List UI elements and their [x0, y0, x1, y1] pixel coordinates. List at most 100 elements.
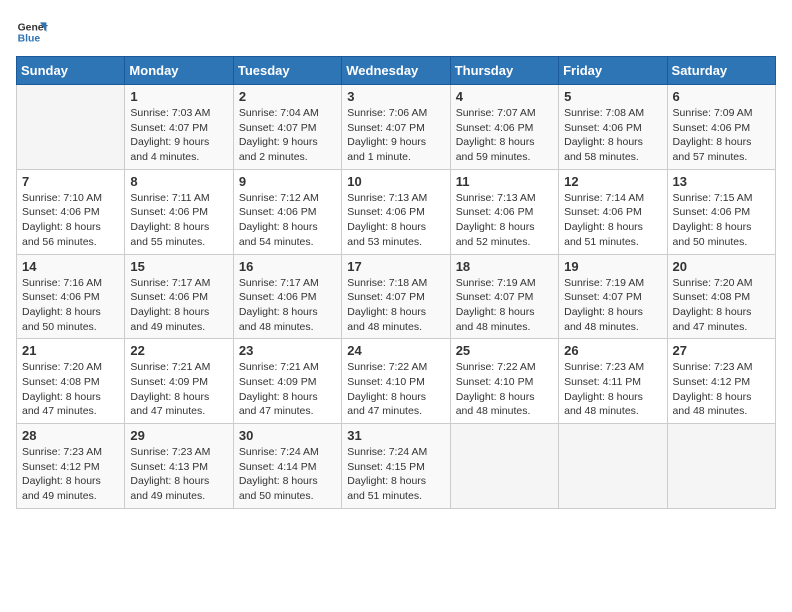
day-info: Sunrise: 7:23 AMSunset: 4:13 PMDaylight:… — [130, 445, 227, 504]
calendar-cell — [667, 424, 775, 509]
logo-icon: General Blue — [16, 16, 48, 48]
day-number: 18 — [456, 259, 553, 274]
day-number: 7 — [22, 174, 119, 189]
calendar-cell: 22 Sunrise: 7:21 AMSunset: 4:09 PMDayligh… — [125, 339, 233, 424]
calendar-week-4: 21 Sunrise: 7:20 AMSunset: 4:08 PMDayligh… — [17, 339, 776, 424]
calendar-cell — [450, 424, 558, 509]
day-info: Sunrise: 7:21 AMSunset: 4:09 PMDaylight:… — [239, 360, 336, 419]
calendar-cell: 8Sunrise: 7:11 AMSunset: 4:06 PMDaylight… — [125, 169, 233, 254]
calendar-cell: 29 Sunrise: 7:23 AMSunset: 4:13 PMDayligh… — [125, 424, 233, 509]
day-number: 9 — [239, 174, 336, 189]
calendar-cell: 20Sunrise: 7:20 AMSunset: 4:08 PMDayligh… — [667, 254, 775, 339]
day-number: 29 — [130, 428, 227, 443]
day-number: 12 — [564, 174, 661, 189]
day-info: Sunrise: 7:13 AMSunset: 4:06 PMDaylight:… — [456, 191, 553, 250]
day-info: Sunrise: 7:21 AMSunset: 4:09 PMDaylight:… — [130, 360, 227, 419]
day-number: 22 — [130, 343, 227, 358]
day-info: Sunrise: 7:22 AMSunset: 4:10 PMDaylight:… — [347, 360, 444, 419]
weekday-header-wednesday: Wednesday — [342, 57, 450, 85]
calendar-cell: 17 Sunrise: 7:18 AMSunset: 4:07 PMDayligh… — [342, 254, 450, 339]
calendar-cell: 15 Sunrise: 7:17 AMSunset: 4:06 PMDayligh… — [125, 254, 233, 339]
day-info: Sunrise: 7:20 AMSunset: 4:08 PMDaylight:… — [22, 360, 119, 419]
calendar-week-1: 1 Sunrise: 7:03 AMSunset: 4:07 PMDaylight… — [17, 85, 776, 170]
day-number: 19 — [564, 259, 661, 274]
day-number: 17 — [347, 259, 444, 274]
weekday-header-thursday: Thursday — [450, 57, 558, 85]
calendar-cell: 26 Sunrise: 7:23 AMSunset: 4:11 PMDayligh… — [559, 339, 667, 424]
day-number: 27 — [673, 343, 770, 358]
page-header: General Blue — [16, 16, 776, 48]
day-number: 3 — [347, 89, 444, 104]
weekday-header-saturday: Saturday — [667, 57, 775, 85]
day-info: Sunrise: 7:17 AMSunset: 4:06 PMDaylight:… — [239, 276, 336, 335]
day-number: 11 — [456, 174, 553, 189]
day-info: Sunrise: 7:10 AMSunset: 4:06 PMDaylight:… — [22, 191, 119, 250]
day-info: Sunrise: 7:14 AMSunset: 4:06 PMDaylight:… — [564, 191, 661, 250]
day-number: 28 — [22, 428, 119, 443]
day-number: 26 — [564, 343, 661, 358]
calendar-cell: 24 Sunrise: 7:22 AMSunset: 4:10 PMDayligh… — [342, 339, 450, 424]
day-info: Sunrise: 7:20 AMSunset: 4:08 PMDaylight:… — [673, 276, 770, 335]
weekday-header-row: SundayMondayTuesdayWednesdayThursdayFrid… — [17, 57, 776, 85]
day-number: 6 — [673, 89, 770, 104]
weekday-header-friday: Friday — [559, 57, 667, 85]
day-number: 21 — [22, 343, 119, 358]
calendar-week-3: 14Sunrise: 7:16 AMSunset: 4:06 PMDayligh… — [17, 254, 776, 339]
calendar-cell: 6Sunrise: 7:09 AMSunset: 4:06 PMDaylight… — [667, 85, 775, 170]
calendar-cell: 18Sunrise: 7:19 AMSunset: 4:07 PMDayligh… — [450, 254, 558, 339]
day-number: 10 — [347, 174, 444, 189]
day-number: 15 — [130, 259, 227, 274]
day-number: 4 — [456, 89, 553, 104]
day-info: Sunrise: 7:17 AMSunset: 4:06 PMDaylight:… — [130, 276, 227, 335]
day-number: 5 — [564, 89, 661, 104]
day-info: Sunrise: 7:04 AMSunset: 4:07 PMDaylight:… — [239, 106, 336, 165]
day-info: Sunrise: 7:11 AMSunset: 4:06 PMDaylight:… — [130, 191, 227, 250]
weekday-header-tuesday: Tuesday — [233, 57, 341, 85]
day-number: 31 — [347, 428, 444, 443]
calendar-week-2: 7 Sunrise: 7:10 AMSunset: 4:06 PMDaylight… — [17, 169, 776, 254]
calendar-cell: 23 Sunrise: 7:21 AMSunset: 4:09 PMDayligh… — [233, 339, 341, 424]
day-number: 24 — [347, 343, 444, 358]
calendar-cell: 5Sunrise: 7:08 AMSunset: 4:06 PMDaylight… — [559, 85, 667, 170]
calendar-cell: 30 Sunrise: 7:24 AMSunset: 4:14 PMDayligh… — [233, 424, 341, 509]
calendar-cell: 1 Sunrise: 7:03 AMSunset: 4:07 PMDaylight… — [125, 85, 233, 170]
day-number: 16 — [239, 259, 336, 274]
calendar-cell: 3Sunrise: 7:06 AMSunset: 4:07 PMDaylight… — [342, 85, 450, 170]
day-info: Sunrise: 7:18 AMSunset: 4:07 PMDaylight:… — [347, 276, 444, 335]
weekday-header-sunday: Sunday — [17, 57, 125, 85]
calendar-table: SundayMondayTuesdayWednesdayThursdayFrid… — [16, 56, 776, 509]
calendar-cell — [559, 424, 667, 509]
day-number: 1 — [130, 89, 227, 104]
calendar-cell: 25 Sunrise: 7:22 AMSunset: 4:10 PMDayligh… — [450, 339, 558, 424]
calendar-cell: 12 Sunrise: 7:14 AMSunset: 4:06 PMDayligh… — [559, 169, 667, 254]
calendar-cell: 27 Sunrise: 7:23 AMSunset: 4:12 PMDayligh… — [667, 339, 775, 424]
calendar-cell — [17, 85, 125, 170]
calendar-cell: 2Sunrise: 7:04 AMSunset: 4:07 PMDaylight… — [233, 85, 341, 170]
day-number: 13 — [673, 174, 770, 189]
day-info: Sunrise: 7:23 AMSunset: 4:11 PMDaylight:… — [564, 360, 661, 419]
calendar-cell: 19 Sunrise: 7:19 AMSunset: 4:07 PMDayligh… — [559, 254, 667, 339]
weekday-header-monday: Monday — [125, 57, 233, 85]
day-info: Sunrise: 7:24 AMSunset: 4:14 PMDaylight:… — [239, 445, 336, 504]
calendar-week-5: 28 Sunrise: 7:23 AMSunset: 4:12 PMDayligh… — [17, 424, 776, 509]
calendar-cell: 21 Sunrise: 7:20 AMSunset: 4:08 PMDayligh… — [17, 339, 125, 424]
day-number: 30 — [239, 428, 336, 443]
day-info: Sunrise: 7:23 AMSunset: 4:12 PMDaylight:… — [22, 445, 119, 504]
day-info: Sunrise: 7:07 AMSunset: 4:06 PMDaylight:… — [456, 106, 553, 165]
day-info: Sunrise: 7:22 AMSunset: 4:10 PMDaylight:… — [456, 360, 553, 419]
day-number: 25 — [456, 343, 553, 358]
logo: General Blue — [16, 16, 48, 48]
day-info: Sunrise: 7:19 AMSunset: 4:07 PMDaylight:… — [564, 276, 661, 335]
day-number: 23 — [239, 343, 336, 358]
day-info: Sunrise: 7:03 AMSunset: 4:07 PMDaylight:… — [130, 106, 227, 165]
calendar-cell: 4 Sunrise: 7:07 AMSunset: 4:06 PMDaylight… — [450, 85, 558, 170]
calendar-cell: 28 Sunrise: 7:23 AMSunset: 4:12 PMDayligh… — [17, 424, 125, 509]
svg-text:Blue: Blue — [18, 34, 41, 45]
day-number: 14 — [22, 259, 119, 274]
calendar-cell: 31 Sunrise: 7:24 AMSunset: 4:15 PMDayligh… — [342, 424, 450, 509]
day-info: Sunrise: 7:23 AMSunset: 4:12 PMDaylight:… — [673, 360, 770, 419]
day-info: Sunrise: 7:24 AMSunset: 4:15 PMDaylight:… — [347, 445, 444, 504]
day-info: Sunrise: 7:12 AMSunset: 4:06 PMDaylight:… — [239, 191, 336, 250]
day-info: Sunrise: 7:15 AMSunset: 4:06 PMDaylight:… — [673, 191, 770, 250]
calendar-cell: 16 Sunrise: 7:17 AMSunset: 4:06 PMDayligh… — [233, 254, 341, 339]
